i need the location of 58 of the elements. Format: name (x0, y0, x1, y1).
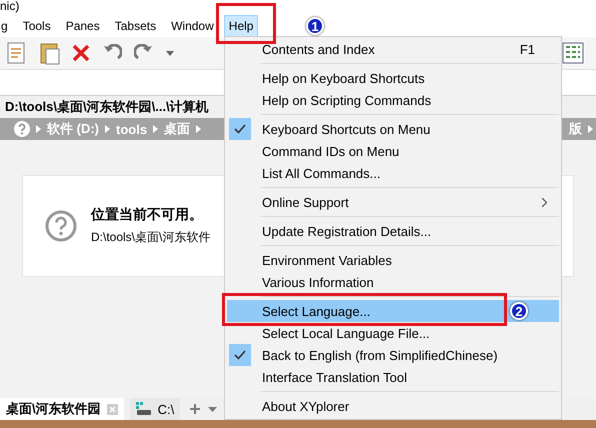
plus-icon[interactable] (190, 404, 200, 414)
menu-item[interactable]: Keyboard Shortcuts on Menu (227, 118, 559, 140)
menu-item-label: Keyboard Shortcuts on Menu (262, 122, 430, 136)
menu-item[interactable]: Tabsets (110, 15, 162, 37)
menu-item[interactable]: Update Registration Details... (227, 220, 559, 242)
menu-item[interactable]: Various Information (227, 271, 559, 293)
annotation-frame (216, 3, 276, 44)
menu-item-label: Environment Variables (262, 252, 392, 268)
menu-item-label: Help on Scripting Commands (262, 92, 432, 108)
chevron-icon (105, 125, 110, 133)
menu-item[interactable]: g (0, 15, 13, 37)
menu-item-label: Interface Translation Tool (262, 370, 408, 384)
menu-item[interactable]: Command IDs on Menu (227, 140, 559, 162)
chevron-icon (588, 125, 593, 133)
menu-item-label: About XYplorer (262, 398, 350, 414)
menu-item-label: Contents and Index (262, 42, 375, 56)
help-icon[interactable] (14, 121, 30, 137)
menu-item[interactable]: Select Local Language File... (227, 322, 559, 344)
window-title: nic) (0, 0, 20, 15)
menu-item-label: Help on Keyboard Shortcuts (262, 70, 425, 86)
menu-item[interactable]: List All Commands... (227, 162, 559, 184)
menu-item[interactable]: Online Support (227, 191, 559, 213)
menu-item[interactable]: Window (166, 15, 219, 37)
menu-item[interactable]: Interface Translation Tool (227, 366, 559, 388)
undo-icon[interactable] (102, 44, 122, 62)
caret-icon[interactable] (208, 406, 218, 412)
chevron-icon (36, 125, 41, 133)
menu-item-label: Select Local Language File... (262, 326, 430, 340)
question-icon (45, 210, 77, 242)
menu-item[interactable]: Panes (60, 15, 105, 37)
shortcut-label: F1 (520, 42, 535, 56)
menu-item[interactable]: Help (224, 15, 258, 37)
caret-icon[interactable] (166, 50, 174, 56)
menu-item-label: Various Information (262, 274, 374, 290)
redo-icon[interactable] (134, 44, 154, 62)
menu-item-label: Command IDs on Menu (262, 144, 400, 158)
menu-item[interactable]: Help on Keyboard Shortcuts (227, 67, 559, 89)
menu-item-label: Online Support (262, 194, 349, 210)
menu-item-label: Update Registration Details... (262, 224, 432, 238)
menu-item-label: List All Commands... (262, 166, 380, 180)
drive-icon (136, 402, 152, 416)
menu-item[interactable]: Tools (18, 15, 56, 37)
chevron-icon (153, 125, 158, 133)
tab[interactable]: C:\ (130, 398, 180, 420)
menu-item[interactable]: Environment Variables (227, 249, 559, 271)
chevron-icon (196, 125, 202, 133)
menu-item[interactable]: About XYplorer (227, 395, 559, 417)
message-path: D:\tools\桌面\河东软件 (91, 229, 210, 246)
grid-view-icon[interactable] (562, 42, 584, 64)
clipboard-icon[interactable] (40, 41, 60, 65)
menu-item-label: Select Language... (262, 304, 370, 318)
menu-item[interactable]: Help on Scripting Commands (227, 89, 559, 111)
menu-item[interactable]: Back to English (from SimplifiedChinese) (227, 344, 559, 366)
message-title: 位置当前不可用。 (91, 206, 204, 224)
path-header: D:\tools\桌面\河东软件园\...\计算机 (5, 98, 209, 116)
menu-item-label: Back to English (from SimplifiedChinese) (262, 348, 498, 362)
tab[interactable]: 桌面\河东软件园 (0, 398, 124, 420)
delete-icon[interactable] (72, 44, 90, 62)
